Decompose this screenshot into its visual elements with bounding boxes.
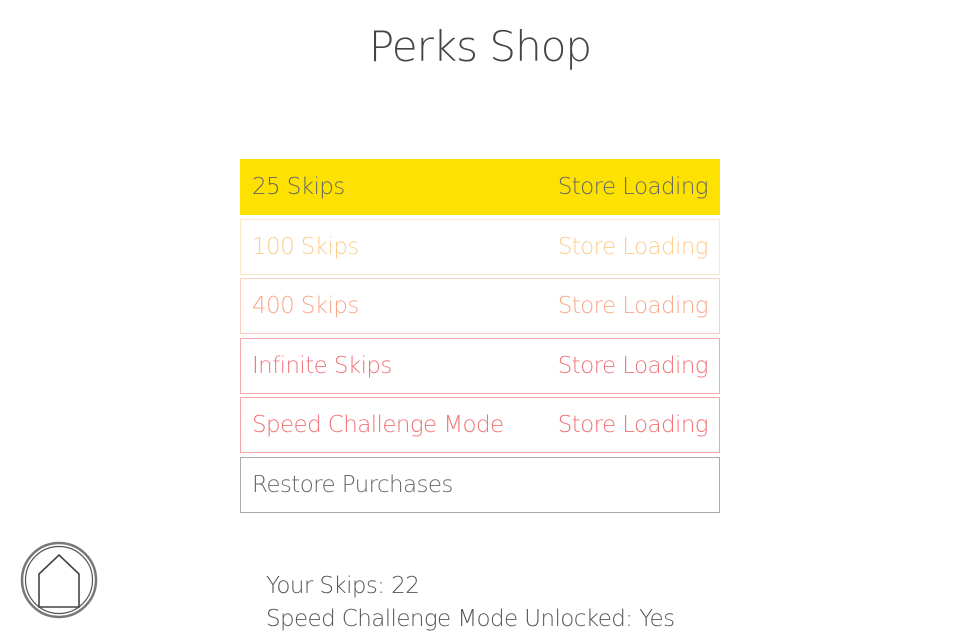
shop-item-price: Store Loading: [557, 233, 709, 260]
shop-item-speed-challenge-mode[interactable]: Speed Challenge Mode Store Loading: [240, 397, 720, 453]
page-title: Perks Shop: [368, 22, 592, 71]
shop-item-label: Infinite Skips: [252, 352, 392, 379]
shop-item-label: 100 Skips: [252, 233, 359, 260]
skips-count-line: Your Skips: 22: [266, 570, 674, 603]
home-icon: [20, 541, 98, 619]
speed-mode-status-line: Speed Challenge Mode Unlocked: Yes: [266, 603, 675, 636]
shop-item-price: Store Loading: [557, 412, 709, 438]
speed-mode-status-label: Speed Challenge Mode Unlocked:: [266, 606, 633, 632]
home-button[interactable]: [20, 541, 98, 619]
shop-item-25-skips[interactable]: 25 Skips Store Loading: [240, 159, 720, 215]
shop-item-price: Store Loading: [557, 174, 709, 200]
restore-purchases-label: Restore Purchases: [252, 471, 453, 498]
shop-item-label: 25 Skips: [252, 174, 345, 200]
skips-count-value: 22: [391, 573, 420, 599]
shop-item-label: 400 Skips: [252, 293, 359, 319]
stats-panel: Your Skips: 22 Speed Challenge Mode Unlo…: [266, 570, 675, 636]
shop-item-400-skips[interactable]: 400 Skips Store Loading: [240, 278, 720, 334]
speed-mode-status-value: Yes: [639, 606, 675, 632]
shop-item-label: Speed Challenge Mode: [252, 412, 504, 438]
skips-count-label: Your Skips:: [266, 573, 385, 599]
restore-purchases-button[interactable]: Restore Purchases: [240, 456, 720, 513]
shop-item-price: Store Loading: [557, 352, 709, 379]
shop-item-infinite-skips[interactable]: Infinite Skips Store Loading: [240, 337, 720, 394]
shop-item-price: Store Loading: [557, 293, 709, 319]
shop-item-100-skips[interactable]: 100 Skips Store Loading: [240, 218, 720, 275]
shop-list: 25 Skips Store Loading 100 Skips Store L…: [240, 159, 720, 516]
